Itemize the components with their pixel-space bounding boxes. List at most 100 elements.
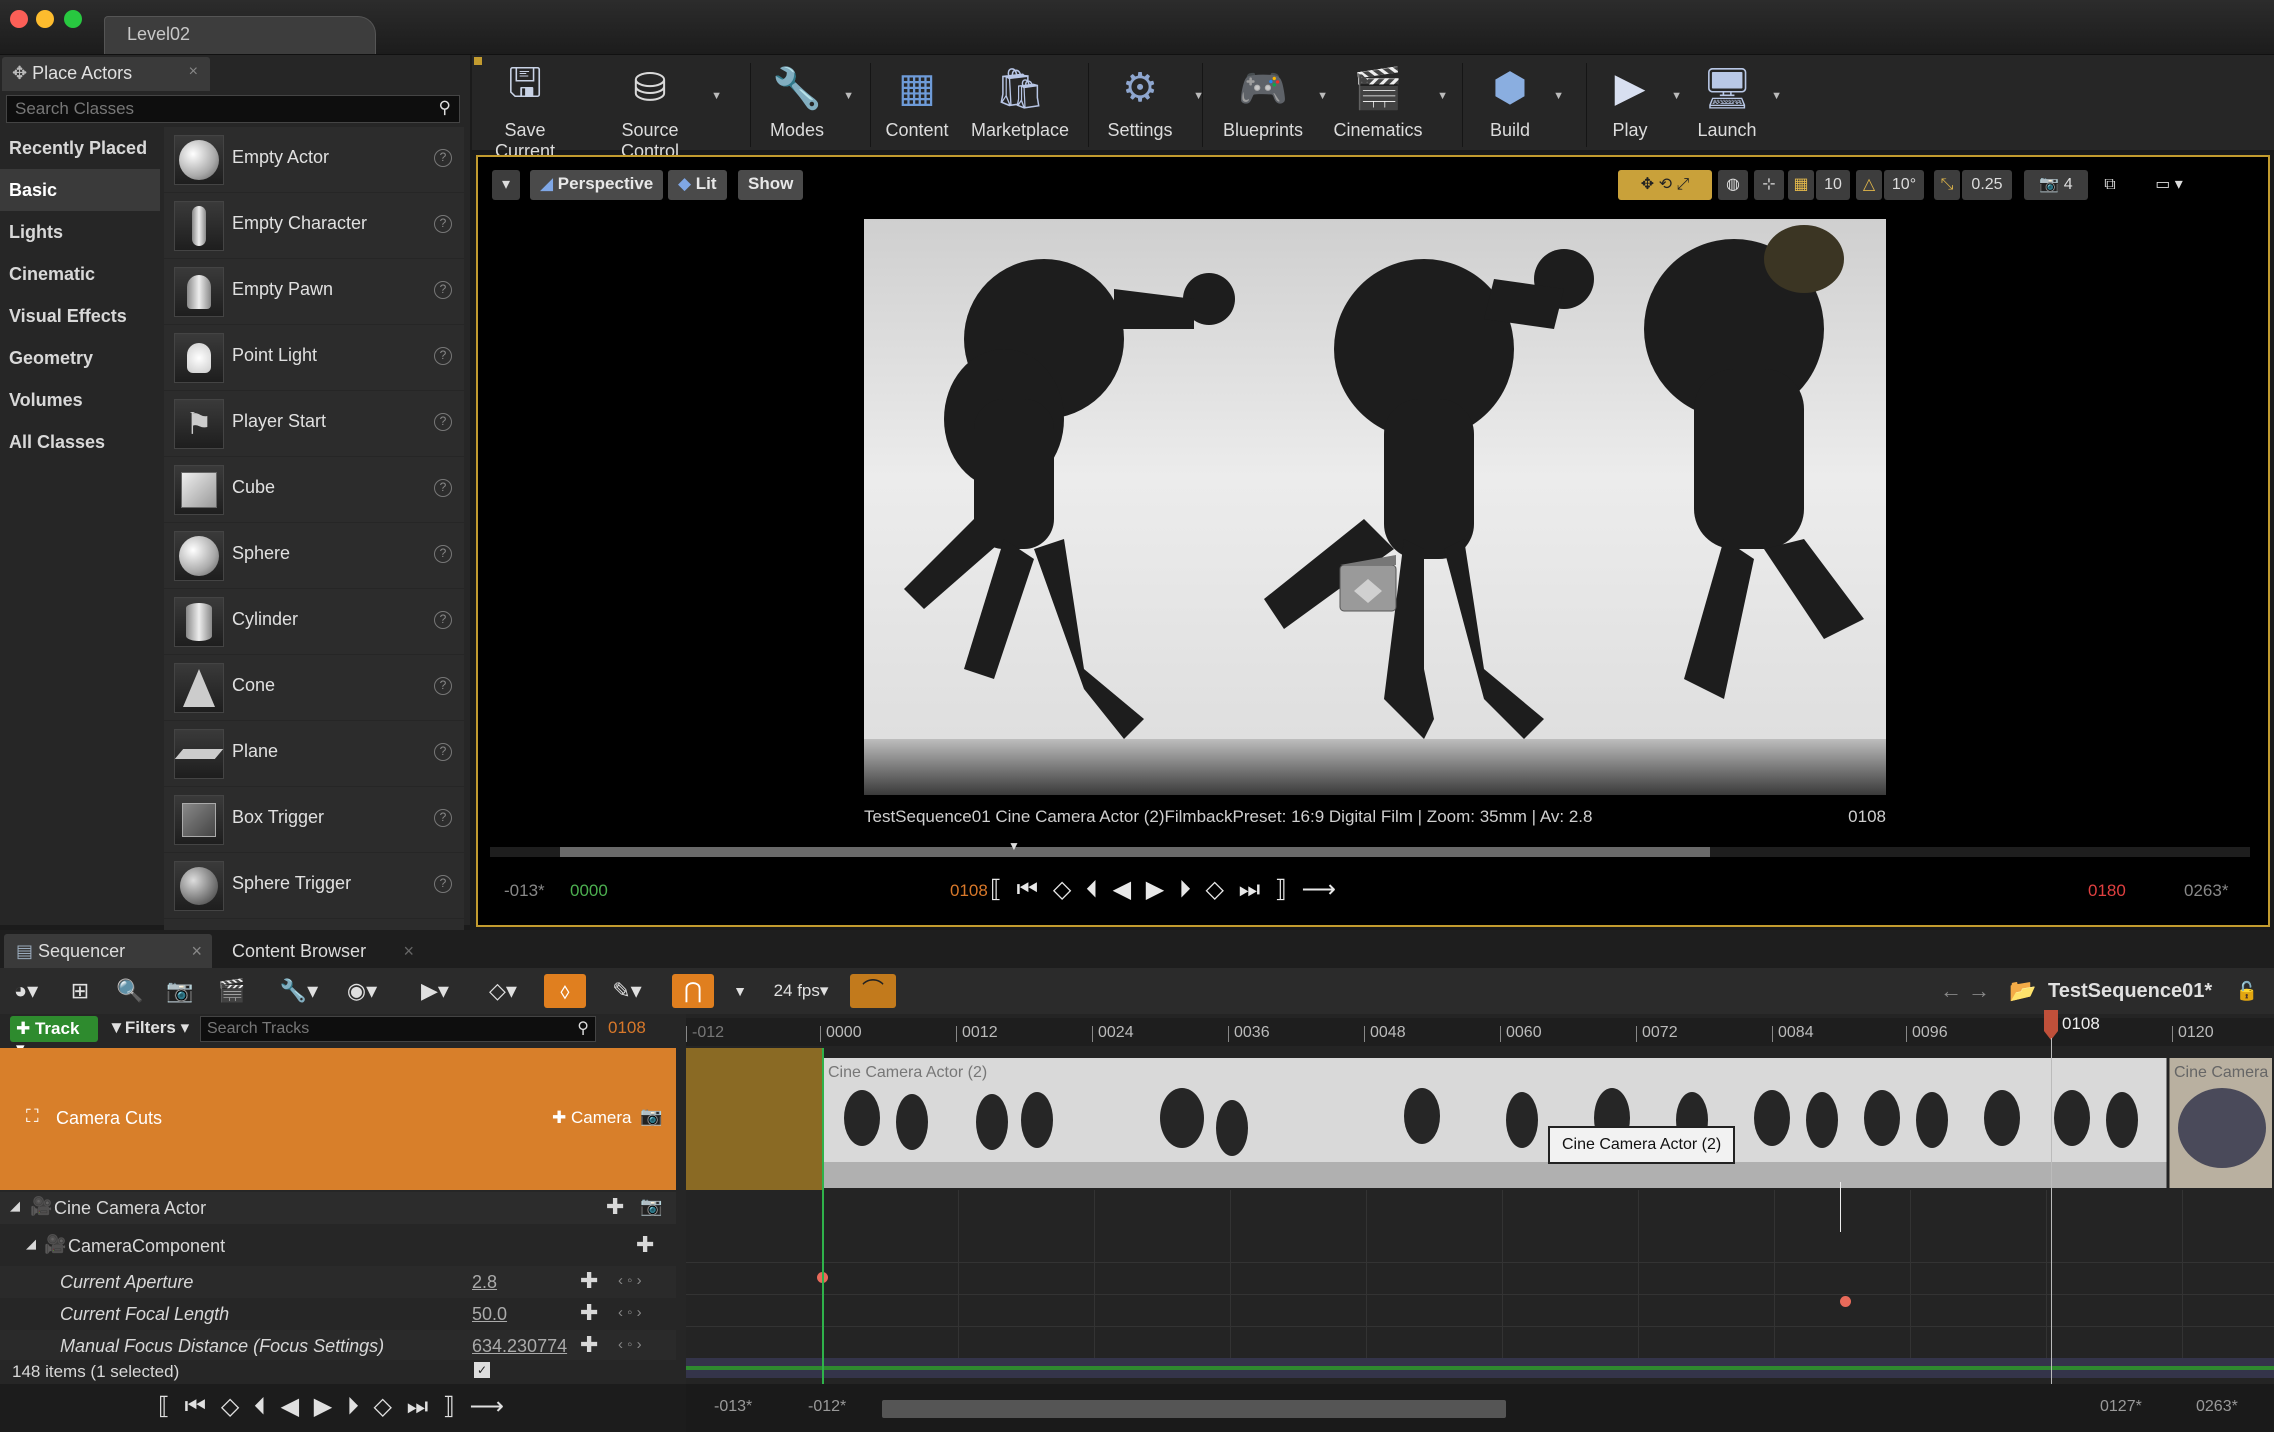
camera-icon[interactable]: 📷 [162, 974, 198, 1008]
close-icon[interactable]: × [403, 941, 414, 962]
tab-content-browser[interactable]: Content Browser × [220, 934, 420, 968]
category-basic[interactable]: Basic [0, 169, 160, 211]
chevron-down-icon[interactable]: ▼ [1317, 90, 1328, 102]
add-camera-button[interactable]: ✚ Camera [552, 1108, 631, 1128]
actor-item[interactable]: Sphere? [164, 523, 464, 589]
back-arrow-icon[interactable]: ← [1936, 974, 1966, 1008]
surface-snap-icon[interactable]: ⊹ [1754, 170, 1784, 200]
play-button[interactable]: ▶ Play ▼ [1600, 60, 1682, 141]
actor-item[interactable]: ⚑ Player Start? [164, 391, 464, 457]
property-value[interactable]: 2.8 [472, 1272, 497, 1293]
search-icon[interactable]: 🔍 [112, 974, 148, 1008]
category-volumes[interactable]: Volumes [0, 379, 160, 421]
close-icon[interactable]: × [189, 63, 198, 81]
sequencer-transport-controls[interactable]: ⟦ ⏮ ◇ ⏴ ◀ ▶ ⏵ ◇ ⏭ ⟧ ⟶ [158, 1392, 508, 1421]
camera-speed[interactable]: 📷 4 [2024, 170, 2088, 200]
filters-button[interactable]: ▼Filters ▾ [108, 1018, 189, 1038]
actor-item[interactable]: Cylinder? [164, 589, 464, 655]
perspective-button[interactable]: ◢ Perspective [530, 170, 664, 200]
transform-tools[interactable]: ✥ ⟲ ⤢ [1618, 170, 1712, 200]
time-ruler[interactable]: -012 0000 0012 0024 0036 0048 0060 0072 … [685, 1018, 2274, 1046]
close-icon[interactable]: × [191, 941, 202, 962]
edit-dropdown-icon[interactable]: ✎▾ [604, 974, 650, 1008]
add-key-icon[interactable]: ✚ [580, 1268, 598, 1294]
actor-item[interactable]: Plane? [164, 721, 464, 787]
help-icon[interactable]: ? [434, 743, 452, 761]
category-recently-placed[interactable]: Recently Placed [0, 127, 160, 169]
actor-item[interactable]: Cube? [164, 457, 464, 523]
camera-component-row[interactable]: ◢ 🎥 CameraComponent ✚ [0, 1230, 676, 1262]
scrub-marker-icon[interactable]: ▼ [1008, 839, 1020, 853]
actor-item[interactable]: Box Trigger? [164, 787, 464, 853]
save-current-button[interactable]: 🖫 Save Current [482, 60, 568, 162]
property-row-aperture[interactable]: Current Aperture 2.8 ✚ ‹ ◦ › [0, 1266, 676, 1298]
cinematics-button[interactable]: 🎬 Cinematics ▼ [1330, 60, 1448, 141]
fps-dropdown[interactable]: 24 fps▾ [766, 974, 836, 1008]
help-icon[interactable]: ? [434, 545, 452, 563]
forward-arrow-icon[interactable]: → [1964, 974, 1994, 1008]
category-visual-effects[interactable]: Visual Effects [0, 295, 160, 337]
chevron-down-icon[interactable]: ▼ [728, 974, 752, 1008]
current-frame[interactable]: 0108 [950, 881, 988, 901]
viewport-options-dropdown[interactable]: ▾ [492, 170, 520, 200]
playback-start[interactable]: 0000 [570, 881, 608, 901]
chevron-down-icon[interactable]: ▼ [1671, 90, 1682, 102]
close-window-button[interactable] [10, 10, 28, 28]
category-cinematic[interactable]: Cinematic [0, 253, 160, 295]
chevron-down-icon[interactable]: ▼ [843, 90, 854, 102]
grid-snap-icon[interactable]: ▦ [1788, 170, 1814, 200]
expand-icon[interactable]: ◢ [10, 1198, 20, 1214]
actor-item[interactable]: Empty Character? [164, 193, 464, 259]
search-classes-input[interactable]: Search Classes ⚲ [6, 95, 460, 123]
render-movie-icon[interactable]: 🎬 [212, 974, 252, 1008]
add-key-icon[interactable]: ✚ [580, 1332, 598, 1358]
level-tab[interactable]: Level02 [104, 16, 376, 54]
minimize-window-button[interactable] [36, 10, 54, 28]
help-icon[interactable]: ? [434, 875, 452, 893]
cine-camera-actor-row[interactable]: ◢ 🎥 Cine Camera Actor ✚ 📷 [0, 1192, 676, 1224]
view-end-in[interactable]: 0127* [2100, 1398, 2142, 1416]
keyframe-focal-length[interactable] [1840, 1296, 1851, 1307]
category-lights[interactable]: Lights [0, 211, 160, 253]
property-row-focal-length[interactable]: Current Focal Length 50.0 ✚ ‹ ◦ › [0, 1298, 676, 1330]
property-value[interactable]: 634.230774 [472, 1336, 567, 1357]
expand-icon[interactable]: ◢ [26, 1236, 36, 1252]
add-track-button[interactable]: ✚ Track ▾ [10, 1016, 98, 1058]
maximize-icon[interactable]: ⧉ [2098, 170, 2122, 200]
actor-item[interactable]: Point Light? [164, 325, 464, 391]
help-icon[interactable]: ? [434, 479, 452, 497]
help-icon[interactable]: ? [434, 215, 452, 233]
tools-dropdown-icon[interactable]: 🔧▾ [274, 974, 324, 1008]
lock-icon[interactable]: 🔓 [2232, 974, 2262, 1008]
world-icon[interactable]: ◍ [1718, 170, 1748, 200]
property-row-focus-distance[interactable]: Manual Focus Distance (Focus Settings) 6… [0, 1330, 676, 1362]
add-icon[interactable]: ✚ [606, 1194, 624, 1220]
camera-cuts-track[interactable]: ⛶ Camera Cuts ✚ Camera 📷 [0, 1048, 676, 1190]
chevron-down-icon[interactable]: ▼ [711, 90, 722, 102]
property-value[interactable]: 50.0 [472, 1304, 507, 1325]
help-icon[interactable]: ? [434, 281, 452, 299]
view-end-out[interactable]: 0263* [2196, 1398, 2238, 1416]
tab-sequencer[interactable]: ▤ Sequencer × [4, 934, 212, 968]
world-dropdown-icon[interactable]: ◕▾ [6, 974, 46, 1008]
layout-icon[interactable]: ▭ ▾ [2134, 170, 2204, 200]
launch-button[interactable]: 🖥 Launch ▼ [1694, 60, 1782, 141]
playback-end[interactable]: 0180 [2088, 881, 2126, 901]
scale-snap-icon[interactable]: ⤡ [1934, 170, 1960, 200]
viewport-transport-controls[interactable]: ⟦ ⏮ ◇ ⏴ ◀ ▶ ⏵ ◇ ⏭ ⟧ ⟶ [990, 875, 1340, 904]
viewport-scrub-range[interactable] [560, 847, 1710, 857]
view-start-out[interactable]: -013* [504, 881, 545, 901]
camera-icon[interactable]: 📷 [640, 1106, 662, 1127]
view-dropdown-icon[interactable]: ◉▾ [336, 974, 388, 1008]
show-button[interactable]: Show [738, 170, 804, 200]
actor-item[interactable]: Cone? [164, 655, 464, 721]
help-icon[interactable]: ? [434, 149, 452, 167]
view-range-slider[interactable] [882, 1400, 1506, 1418]
settings-button[interactable]: ⚙ Settings ▼ [1098, 60, 1204, 141]
help-icon[interactable]: ? [434, 611, 452, 629]
actor-item[interactable]: Empty Pawn? [164, 259, 464, 325]
scale-value[interactable]: 0.25 [1962, 170, 2012, 200]
camera-icon[interactable]: 📷 [640, 1196, 662, 1217]
playback-dropdown-icon[interactable]: ▶▾ [412, 974, 458, 1008]
place-actors-tab[interactable]: ✥ Place Actors × [2, 57, 210, 91]
